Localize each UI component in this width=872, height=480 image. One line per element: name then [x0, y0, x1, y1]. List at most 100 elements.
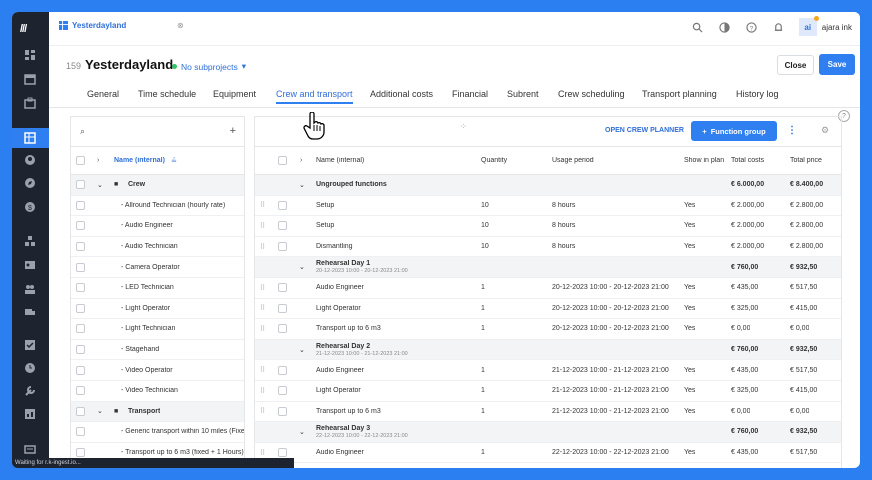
drag-handle-icon[interactable]: ⠿: [260, 325, 265, 333]
column-header-name[interactable]: Name (internal): [114, 157, 165, 164]
search-icon[interactable]: [691, 20, 705, 34]
group-row[interactable]: ⌄ Rehearsal Day 2 21-12-2023 10:00 - 21-12…: [255, 339, 841, 361]
drag-handle-icon[interactable]: ⠿: [260, 366, 265, 374]
drag-handle-icon[interactable]: ⠿: [260, 407, 265, 415]
add-function-group-button[interactable]: + Function group: [691, 121, 777, 141]
add-icon[interactable]: +: [230, 125, 236, 137]
tree-row[interactable]: - LED Technician: [71, 278, 244, 299]
tree-row[interactable]: - Video Technician: [71, 381, 244, 402]
select-all-checkbox[interactable]: [278, 156, 287, 165]
row-checkbox[interactable]: [76, 448, 85, 458]
column-header[interactable]: Total costs: [731, 157, 764, 164]
row-checkbox[interactable]: [278, 303, 287, 313]
tab-transport-planning[interactable]: Transport planning: [642, 89, 717, 99]
select-all-checkbox[interactable]: [76, 156, 85, 165]
expand-all-icon[interactable]: ›: [97, 157, 99, 164]
row-checkbox[interactable]: [76, 303, 85, 313]
calendar-icon[interactable]: [23, 72, 37, 86]
row-checkbox[interactable]: [278, 448, 287, 458]
help-icon[interactable]: ?: [745, 20, 759, 34]
table-row[interactable]: ⠿ Light Operator 1 20-12-2023 10:00 - 20-12…: [255, 299, 841, 320]
row-checkbox[interactable]: [278, 283, 287, 293]
table-row[interactable]: ⠿ Audio Engineer 1 22-12-2023 10:00 - 22-12…: [255, 443, 841, 464]
drag-handle-icon[interactable]: ⠿: [260, 304, 265, 312]
chevron-down-icon[interactable]: ⌄: [299, 263, 305, 271]
close-button[interactable]: Close: [777, 55, 814, 75]
invoices-icon[interactable]: $: [23, 200, 37, 214]
row-checkbox[interactable]: [278, 221, 287, 231]
row-checkbox[interactable]: [278, 386, 287, 396]
open-crew-planner-link[interactable]: OPEN CREW PLANNER: [605, 127, 684, 134]
column-header[interactable]: Total price: [790, 157, 822, 164]
tree-row[interactable]: - Light Technician: [71, 319, 244, 340]
avatar[interactable]: ai: [798, 16, 819, 36]
table-icon[interactable]: [23, 131, 37, 145]
search-icon[interactable]: ⌕: [80, 126, 85, 137]
save-button[interactable]: Save: [819, 54, 855, 75]
chevron-down-icon[interactable]: ⌄: [97, 407, 103, 415]
drag-handle-icon[interactable]: ⠿: [260, 243, 265, 251]
tab-crew-scheduling[interactable]: Crew scheduling: [558, 89, 625, 99]
drag-handle-icon[interactable]: ⠿: [260, 449, 265, 457]
compass-icon[interactable]: [23, 176, 37, 190]
column-header[interactable]: Usage period: [552, 157, 594, 164]
tab-crew-and-transport[interactable]: Crew and transport: [276, 89, 353, 104]
tree-row[interactable]: ⌄ ■ Crew: [71, 175, 244, 196]
subprojects-dropdown[interactable]: No subprojects ▾: [172, 61, 246, 72]
row-checkbox[interactable]: [278, 406, 287, 416]
tree-row[interactable]: - Generic transport within 10 miles (Fix…: [71, 422, 244, 443]
tree-row[interactable]: - Camera Operator: [71, 257, 244, 278]
table-row[interactable]: ⠿ Light Operator 1 21-12-2023 10:00 - 21-12…: [255, 381, 841, 402]
app-logo[interactable]: ///: [20, 23, 27, 35]
tab-financial[interactable]: Financial: [452, 89, 488, 99]
row-checkbox[interactable]: [76, 200, 85, 210]
row-checkbox[interactable]: [76, 180, 85, 190]
row-checkbox[interactable]: [278, 200, 287, 210]
tab-history-log[interactable]: History log: [736, 89, 779, 99]
tree-row[interactable]: - Audio Engineer: [71, 216, 244, 237]
row-checkbox[interactable]: [76, 427, 85, 437]
column-header[interactable]: Show in planner: [684, 157, 724, 164]
tree-row[interactable]: - Stagehand: [71, 340, 244, 361]
drag-handle-icon[interactable]: ⠿: [260, 387, 265, 395]
row-checkbox[interactable]: [76, 242, 85, 252]
row-checkbox[interactable]: [76, 386, 85, 396]
truck-icon[interactable]: [23, 305, 37, 319]
wrench-icon[interactable]: [23, 384, 37, 398]
chevron-down-icon[interactable]: ⌄: [299, 346, 305, 354]
column-header[interactable]: Name (internal): [316, 157, 364, 164]
expand-all-icon[interactable]: ›: [300, 157, 302, 164]
row-checkbox[interactable]: [76, 406, 85, 416]
tab-additional-costs[interactable]: Additional costs: [370, 89, 433, 99]
crew-card-icon[interactable]: [23, 258, 37, 272]
stock-icon[interactable]: [23, 234, 37, 248]
gear-icon[interactable]: ⚙: [821, 125, 829, 136]
reports-icon[interactable]: [23, 407, 37, 421]
tree-row[interactable]: - Video Operator: [71, 360, 244, 381]
group-row[interactable]: ⌄ Rehearsal Day 1 20-12-2023 10:00 - 20-12…: [255, 257, 841, 278]
column-header[interactable]: Quantity: [481, 157, 507, 164]
close-tab-icon[interactable]: ⊗: [177, 21, 184, 30]
table-row[interactable]: ⠿ Transport up to 6 m3 1 21-12-2023 10:00 -…: [255, 402, 841, 423]
tab-time-schedule[interactable]: Time schedule: [138, 89, 196, 99]
tree-row[interactable]: - Allround Technician (hourly rate): [71, 196, 244, 217]
row-checkbox[interactable]: [76, 365, 85, 375]
row-checkbox[interactable]: [76, 262, 85, 272]
user-name[interactable]: ajara ink: [822, 23, 852, 32]
checklist-icon[interactable]: [23, 338, 37, 352]
row-checkbox[interactable]: [278, 242, 287, 252]
group-row[interactable]: ⌄ Ungrouped functions € 6.000,00 € 8.400,00: [255, 175, 841, 196]
row-checkbox[interactable]: [76, 283, 85, 293]
table-row[interactable]: ⠿ Dismantling 10 8 hours Yes € 2.000,00 € 2.80…: [255, 237, 841, 258]
row-checkbox[interactable]: [278, 365, 287, 375]
row-checkbox[interactable]: [76, 345, 85, 355]
drag-handle-icon[interactable]: ⠿: [260, 284, 265, 292]
table-row[interactable]: ⠿ Setup 10 8 hours Yes € 2.000,00 € 2.800,00: [255, 196, 841, 217]
chevron-down-icon[interactable]: ⌄: [299, 181, 305, 189]
table-row[interactable]: ⠿ Audio Engineer 1 21-12-2023 10:00 - 21-12…: [255, 360, 841, 381]
table-row[interactable]: ⠿ Transport up to 6 m3 1 20-12-2023 10:00 -…: [255, 319, 841, 340]
tab-general[interactable]: General: [87, 89, 119, 99]
tree-row[interactable]: ⌄ ■ Transport: [71, 401, 244, 423]
people-icon[interactable]: [23, 282, 37, 296]
chevron-down-icon[interactable]: ⌄: [97, 181, 103, 189]
